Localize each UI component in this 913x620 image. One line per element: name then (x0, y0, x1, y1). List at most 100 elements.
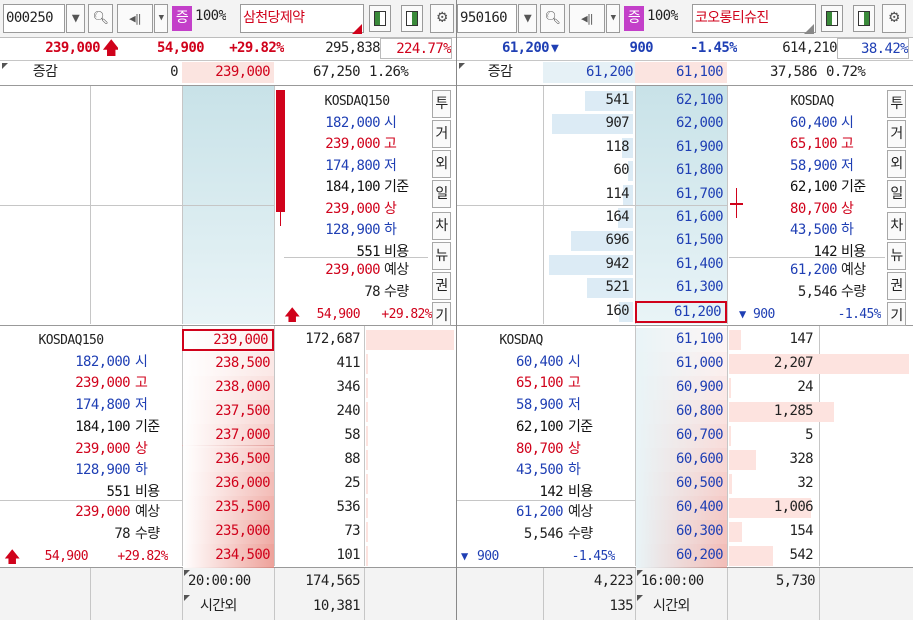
right-side-tab-4[interactable]: 차 (887, 212, 906, 240)
right-bid-price[interactable]: 60,400 (635, 497, 727, 518)
left-bid-qty[interactable]: 240 (274, 401, 362, 422)
left-bid-qty[interactable]: 172,687 (274, 329, 362, 350)
right-side-tab-3[interactable]: 일 (887, 180, 906, 208)
right-stock-name-field[interactable]: 코오롱티슈진 (692, 4, 816, 33)
right-ask-qty[interactable]: 942 (543, 254, 631, 275)
left-side-tab-5[interactable]: 뉴 (432, 242, 451, 270)
left-bid-qty[interactable]: 25 (274, 473, 362, 494)
right-ask-qty[interactable]: 541 (543, 90, 631, 111)
right-stock-code-input[interactable]: 950160 (457, 4, 517, 33)
left-side-tab-6[interactable]: 권 (432, 272, 451, 300)
right-chart-toggle-button[interactable] (821, 5, 843, 32)
left-side-tab-1[interactable]: 거 (432, 120, 451, 148)
right-bid-qty[interactable]: 2,207 (727, 353, 815, 374)
left-bid-qty[interactable]: 73 (274, 521, 362, 542)
right-bid-qty[interactable]: 154 (727, 521, 815, 542)
right-side-tab-2[interactable]: 외 (887, 150, 906, 178)
divider (274, 86, 275, 324)
right-bid-price[interactable]: 60,300 (635, 521, 727, 542)
right-settings-button[interactable]: ⚙ (882, 4, 906, 33)
chart-icon (374, 11, 386, 26)
right-sound-dropdown[interactable]: ▼ (606, 4, 620, 33)
right-search-button[interactable]: 🔍︎ (540, 4, 565, 33)
right-ask-qty[interactable]: 160 (543, 301, 631, 322)
right-side-tab-6[interactable]: 권 (887, 272, 906, 300)
right-ask-qty[interactable]: 521 (543, 277, 631, 298)
right-sound-button[interactable]: ◀︎‖ (569, 4, 605, 33)
right-ask-price[interactable]: 62,100 (635, 90, 727, 111)
right-bid-price[interactable]: 61,000 (635, 353, 727, 374)
right-bid-price[interactable]: 60,600 (635, 449, 727, 470)
right-info-label: 저 (568, 397, 581, 414)
right-ask-price[interactable]: 61,700 (635, 184, 727, 205)
left-bid-qty[interactable]: 101 (274, 545, 362, 566)
right-bid-qty[interactable]: 1,285 (727, 401, 815, 422)
right-bid-qty[interactable]: 542 (727, 545, 815, 566)
left-code-dropdown-button[interactable]: ▼ (66, 4, 85, 33)
right-ask-price[interactable]: 61,500 (635, 230, 727, 251)
right-bid-qty[interactable]: 5 (727, 425, 815, 446)
right-code-dropdown-button[interactable]: ▼ (518, 4, 537, 33)
left-sound-dropdown[interactable]: ▼ (154, 4, 168, 33)
left-side-tab-7[interactable]: 기 (432, 302, 451, 326)
left-bid-qty[interactable]: 536 (274, 497, 362, 518)
speaker-icon: ◀︎‖ (580, 12, 594, 25)
left-side-tab-3[interactable]: 일 (432, 180, 451, 208)
left-settings-button[interactable]: ⚙ (430, 4, 454, 33)
right-side-tab-1[interactable]: 거 (887, 120, 906, 148)
left-bid-price[interactable]: 236,000 (182, 473, 274, 494)
left-stock-name-field[interactable]: 삼천당제약 (240, 4, 364, 33)
left-search-button[interactable]: 🔍︎ (88, 4, 113, 33)
left-bid-price[interactable]: 234,500 (182, 545, 274, 566)
right-ask-qty[interactable]: 114 (543, 184, 631, 205)
right-bid-price[interactable]: 60,900 (635, 377, 727, 398)
right-layout-button[interactable] (853, 5, 875, 32)
right-ask-qty[interactable]: 696 (543, 230, 631, 251)
right-bid-price[interactable]: 60,700 (635, 425, 727, 446)
left-bid-qty[interactable]: 411 (274, 353, 362, 374)
right-side-tab-7[interactable]: 기 (887, 302, 906, 326)
right-ask-price[interactable]: 61,400 (635, 254, 727, 275)
right-bid-qty[interactable]: 1,006 (727, 497, 815, 518)
right-ask-qty[interactable]: 118 (543, 137, 631, 158)
right-ask-price[interactable]: 61,900 (635, 137, 727, 158)
right-ask-price[interactable]: 62,000 (635, 113, 727, 134)
right-side-tab-0[interactable]: 투 (887, 90, 906, 118)
left-layout-button[interactable] (401, 5, 423, 32)
left-bid-price[interactable]: 238,500 (182, 353, 274, 374)
left-side-tab-0[interactable]: 투 (432, 90, 451, 118)
left-bid-price[interactable]: 237,500 (182, 401, 274, 422)
right-bid-qty[interactable]: 24 (727, 377, 815, 398)
right-ask-price[interactable]: 61,800 (635, 160, 727, 181)
left-side-tab-4[interactable]: 차 (432, 212, 451, 240)
left-sound-button[interactable]: ◀︎‖ (117, 4, 153, 33)
left-bid-price[interactable]: 238,000 (182, 377, 274, 398)
right-bid-price[interactable]: 61,100 (635, 329, 727, 350)
right-bid-qty[interactable]: 147 (727, 329, 815, 350)
right-bid-price[interactable]: 60,200 (635, 545, 727, 566)
right-bid-price[interactable]: 60,800 (635, 401, 727, 422)
right-ask-price[interactable]: 61,600 (635, 207, 727, 228)
right-ask-qty[interactable]: 60 (543, 160, 631, 181)
left-bid-price[interactable]: 239,000 (182, 329, 274, 351)
right-ask-qty[interactable]: 164 (543, 207, 631, 228)
left-stock-code-input[interactable]: 000250 (3, 4, 65, 33)
left-bid-price[interactable]: 236,500 (182, 449, 274, 470)
right-sell-delta: 61,200 (543, 62, 635, 83)
right-bid-price[interactable]: 60,500 (635, 473, 727, 494)
left-side-tab-2[interactable]: 외 (432, 150, 451, 178)
left-chart-toggle-button[interactable] (369, 5, 391, 32)
left-bid-qty[interactable]: 88 (274, 449, 362, 470)
right-ask-price[interactable]: 61,300 (635, 277, 727, 298)
right-ask-price[interactable]: 61,200 (635, 300, 727, 323)
right-side-tab-5[interactable]: 뉴 (887, 242, 906, 270)
right-bid-qty[interactable]: 328 (727, 449, 815, 470)
left-bid-qty[interactable]: 346 (274, 377, 362, 398)
right-ask-qty[interactable]: 907 (543, 113, 631, 134)
left-info-label: 하 (384, 222, 397, 238)
right-bid-qty[interactable]: 32 (727, 473, 815, 494)
left-bid-price[interactable]: 237,000 (182, 425, 274, 446)
left-bid-price[interactable]: 235,500 (182, 497, 274, 518)
left-bid-qty[interactable]: 58 (274, 425, 362, 446)
left-bid-price[interactable]: 235,000 (182, 521, 274, 542)
